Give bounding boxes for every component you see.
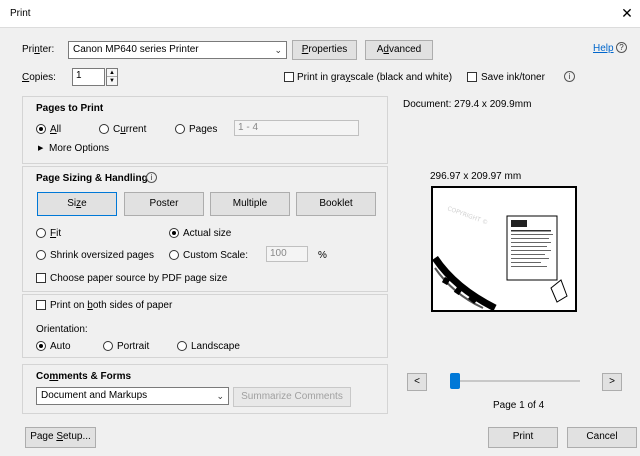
both-sides-checkbox[interactable] (36, 300, 46, 310)
prev-page-button[interactable]: < (407, 373, 427, 391)
comments-forms-heading: Comments & Forms (36, 371, 132, 382)
stepper-down-icon[interactable]: ▼ (107, 77, 117, 85)
printer-select[interactable]: Canon MP640 series Printer ⌄ (68, 41, 287, 59)
page-preview-image: COPYRIGHT © 2021 (432, 205, 568, 312)
grayscale-checkbox[interactable] (284, 72, 294, 82)
custom-scale-label: Custom Scale: (183, 250, 249, 261)
pages-range-input[interactable]: 1 - 4 (234, 120, 359, 136)
comments-selected-value: Document and Markups (41, 390, 148, 401)
next-page-button[interactable]: > (602, 373, 622, 391)
portrait-label: Portrait (117, 341, 150, 352)
copies-input[interactable]: 1 (72, 68, 105, 86)
size-button[interactable]: Size (37, 192, 117, 216)
info-icon[interactable]: i (564, 71, 575, 82)
help-icon[interactable]: ? (616, 42, 627, 53)
auto-orientation-radio[interactable] (36, 341, 46, 351)
choose-source-label: Choose paper source by PDF page size (50, 273, 228, 284)
pages-range-radio[interactable] (175, 124, 185, 134)
summarize-comments-button[interactable]: Summarize Comments (233, 387, 351, 407)
page-slider-track[interactable] (452, 380, 580, 382)
actual-size-radio[interactable] (169, 228, 179, 238)
printer-selected-value: Canon MP640 series Printer (73, 44, 199, 55)
print-button[interactable]: Print (488, 427, 558, 448)
sizing-info-icon[interactable]: i (146, 172, 157, 183)
chevron-down-icon: ⌄ (216, 391, 224, 401)
more-options-toggle[interactable]: More Options (49, 143, 109, 155)
save-ink-label: Save ink/toner (481, 72, 545, 83)
pages-range-label: Pages (189, 124, 218, 135)
all-pages-radio[interactable] (36, 124, 46, 134)
fit-radio[interactable] (36, 228, 46, 238)
close-icon[interactable]: ✕ (620, 5, 634, 22)
choose-source-checkbox[interactable] (36, 273, 46, 283)
copies-stepper[interactable]: ▲ ▼ (106, 68, 118, 86)
expand-arrow-icon[interactable]: ▶ (38, 143, 43, 155)
both-sides-label: Print on both sides of paper (50, 300, 173, 311)
page-preview: COPYRIGHT © 2021 (431, 186, 577, 312)
properties-button[interactable]: Properties (292, 40, 357, 60)
print-dialog: Print ✕ Printer: Canon MP640 series Prin… (0, 0, 640, 456)
comments-forms-select[interactable]: Document and Markups ⌄ (36, 387, 229, 405)
help-link[interactable]: Help (593, 43, 614, 55)
page-setup-button[interactable]: Page Setup... (25, 427, 96, 448)
auto-orientation-label: Auto (50, 341, 71, 352)
page-indicator: Page 1 of 4 (493, 400, 545, 411)
shrink-label: Shrink oversized pages (50, 250, 154, 261)
copies-label: Copies: (22, 72, 56, 83)
pages-to-print-heading: Pages to Print (36, 103, 104, 114)
poster-button[interactable]: Poster (124, 192, 204, 216)
chevron-down-icon: ⌄ (274, 45, 282, 55)
title-bar: Print ✕ (0, 0, 640, 28)
page-slider-thumb[interactable] (450, 373, 460, 389)
document-size-label: Document: 279.4 x 209.9mm (403, 99, 532, 110)
printer-label: Printer: (22, 44, 55, 55)
orientation-label: Orientation: (36, 324, 88, 335)
svg-text:COPYRIGHT ©: COPYRIGHT © (446, 205, 489, 226)
actual-size-label: Actual size (183, 228, 232, 239)
landscape-radio[interactable] (177, 341, 187, 351)
multiple-button[interactable]: Multiple (210, 192, 290, 216)
cancel-button[interactable]: Cancel (567, 427, 637, 448)
landscape-label: Landscape (191, 341, 240, 352)
current-page-radio[interactable] (99, 124, 109, 134)
portrait-radio[interactable] (103, 341, 113, 351)
advanced-button[interactable]: Advanced (365, 40, 433, 60)
percent-label: % (318, 250, 327, 261)
current-page-label: Current (113, 124, 147, 135)
custom-scale-input[interactable]: 100 (266, 246, 308, 262)
window-title: Print (10, 8, 31, 19)
page-sizing-heading: Page Sizing & Handling (36, 173, 148, 184)
booklet-button[interactable]: Booklet (296, 192, 376, 216)
custom-scale-radio[interactable] (169, 250, 179, 260)
grayscale-label: Print in grayscale (black and white) (297, 72, 453, 83)
shrink-radio[interactable] (36, 250, 46, 260)
sheet-size-label: 296.97 x 209.97 mm (430, 171, 522, 182)
fit-label: Fit (50, 228, 62, 239)
all-pages-label: All (50, 124, 62, 135)
save-ink-checkbox[interactable] (467, 72, 477, 82)
stepper-up-icon[interactable]: ▲ (107, 69, 117, 77)
